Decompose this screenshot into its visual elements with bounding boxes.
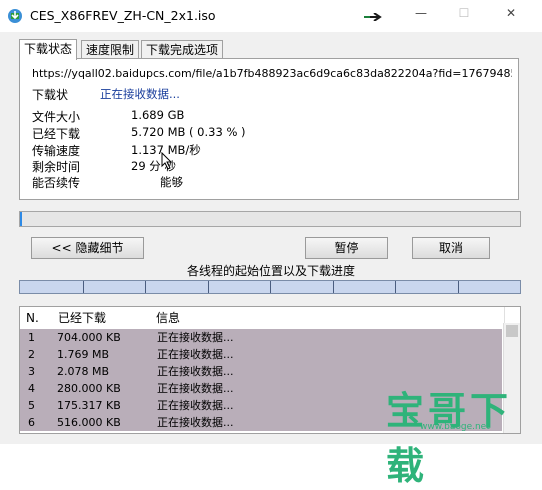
- cell-info: 正在接收数据...: [157, 365, 234, 378]
- title-bar: CES_X86FREV_ZH-CN_2x1.iso — ☐ ✕: [0, 0, 542, 32]
- download-status-panel: https://yqall02.baidupcs.com/file/a1b7fb…: [19, 58, 519, 200]
- minimize-button[interactable]: —: [410, 6, 432, 26]
- tab-completion-options[interactable]: 下载完成选项: [141, 40, 224, 59]
- file-size-value: 1.689 GB: [131, 108, 185, 122]
- close-button[interactable]: ✕: [500, 6, 522, 26]
- state-value: 正在接收数据...: [100, 87, 180, 101]
- thread-segment-marker: [332, 281, 334, 293]
- cell-downloaded: 280.000 KB: [57, 382, 121, 395]
- tab-speed-limit[interactable]: 速度限制: [81, 40, 140, 59]
- watermark-logo: 宝哥下载: [386, 389, 513, 488]
- cell-info: 正在接收数据...: [157, 331, 234, 344]
- idm-app-icon: [8, 9, 22, 23]
- thread-progress-bar: [19, 280, 521, 294]
- table-row[interactable]: 2 1.769 MB 正在接收数据...: [20, 346, 502, 363]
- cancel-button[interactable]: 取消: [412, 237, 490, 259]
- cell-n: 6: [28, 416, 35, 429]
- cell-n: 2: [28, 348, 35, 361]
- pause-button[interactable]: 暂停: [305, 237, 388, 259]
- progress-fill: [20, 212, 22, 226]
- column-header-downloaded[interactable]: 已经下载: [54, 307, 155, 329]
- overall-progress-bar: [19, 211, 521, 227]
- cell-info: 正在接收数据...: [157, 382, 234, 395]
- cell-downloaded: 175.317 KB: [57, 399, 121, 412]
- resume-value: 能够: [160, 175, 183, 189]
- cell-downloaded: 704.000 KB: [57, 331, 121, 344]
- cell-downloaded: 1.769 MB: [57, 348, 110, 361]
- remaining-label: 剩余时间: [32, 160, 81, 174]
- maximize-button[interactable]: ☐: [453, 6, 475, 26]
- cell-info: 正在接收数据...: [157, 399, 234, 412]
- mouse-cursor-icon: [161, 152, 173, 170]
- cell-n: 4: [28, 382, 35, 395]
- window-title: CES_X86FREV_ZH-CN_2x1.iso: [30, 8, 216, 23]
- thread-segment-marker: [207, 281, 209, 293]
- thread-segment-marker: [457, 281, 459, 293]
- thread-segment-marker: [145, 281, 146, 293]
- state-label: 下载状: [32, 88, 69, 102]
- cell-info: 正在接收数据...: [157, 416, 234, 429]
- thread-segment-marker: [270, 281, 271, 293]
- threads-caption: 各线程的起始位置以及下载进度: [186, 264, 355, 278]
- scroll-thumb[interactable]: [506, 325, 518, 337]
- cell-n: 3: [28, 365, 35, 378]
- download-url: https://yqall02.baidupcs.com/file/a1b7fb…: [32, 67, 512, 80]
- cell-downloaded: 516.000 KB: [57, 416, 121, 429]
- column-header-info[interactable]: 信息: [154, 307, 505, 329]
- cell-downloaded: 2.078 MB: [57, 365, 110, 378]
- arrow-icon: [364, 13, 382, 21]
- column-header-n[interactable]: N.: [20, 307, 55, 329]
- cell-info: 正在接收数据...: [157, 348, 234, 361]
- thread-segment-marker: [395, 281, 396, 293]
- watermark-url: www.baoge.net: [420, 422, 490, 432]
- table-row[interactable]: 3 2.078 MB 正在接收数据...: [20, 363, 502, 380]
- downloaded-value: 5.720 MB ( 0.33 % ): [131, 125, 246, 139]
- hide-details-button[interactable]: << 隐藏细节: [31, 237, 144, 259]
- speed-label: 传输速度: [32, 144, 81, 158]
- tab-download-status[interactable]: 下载状态: [19, 39, 78, 60]
- resume-label: 能否续传: [32, 176, 81, 190]
- cell-n: 5: [28, 399, 35, 412]
- table-row[interactable]: 1 704.000 KB 正在接收数据...: [20, 329, 502, 346]
- file-size-label: 文件大小: [32, 110, 81, 124]
- cell-n: 1: [28, 331, 35, 344]
- thread-segment-marker: [82, 281, 84, 293]
- downloaded-label: 已经下载: [32, 127, 81, 141]
